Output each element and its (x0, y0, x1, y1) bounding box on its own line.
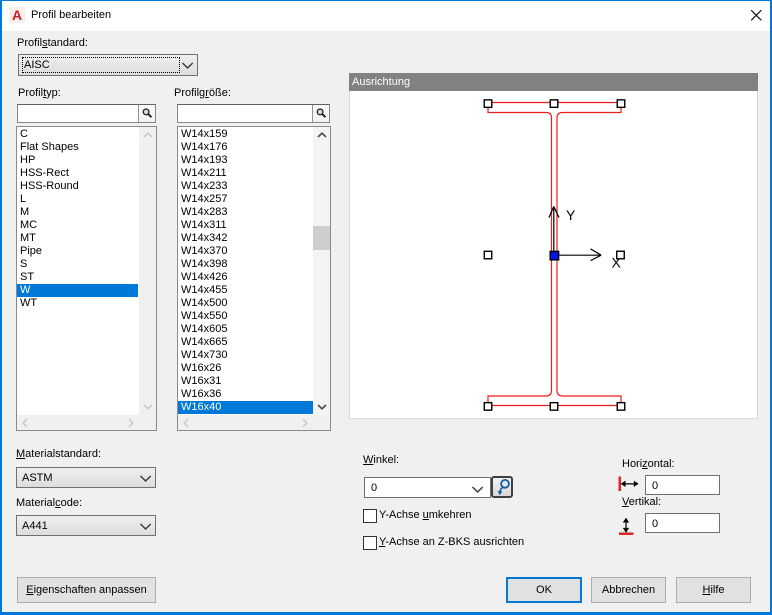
svg-text:Y: Y (566, 207, 576, 223)
